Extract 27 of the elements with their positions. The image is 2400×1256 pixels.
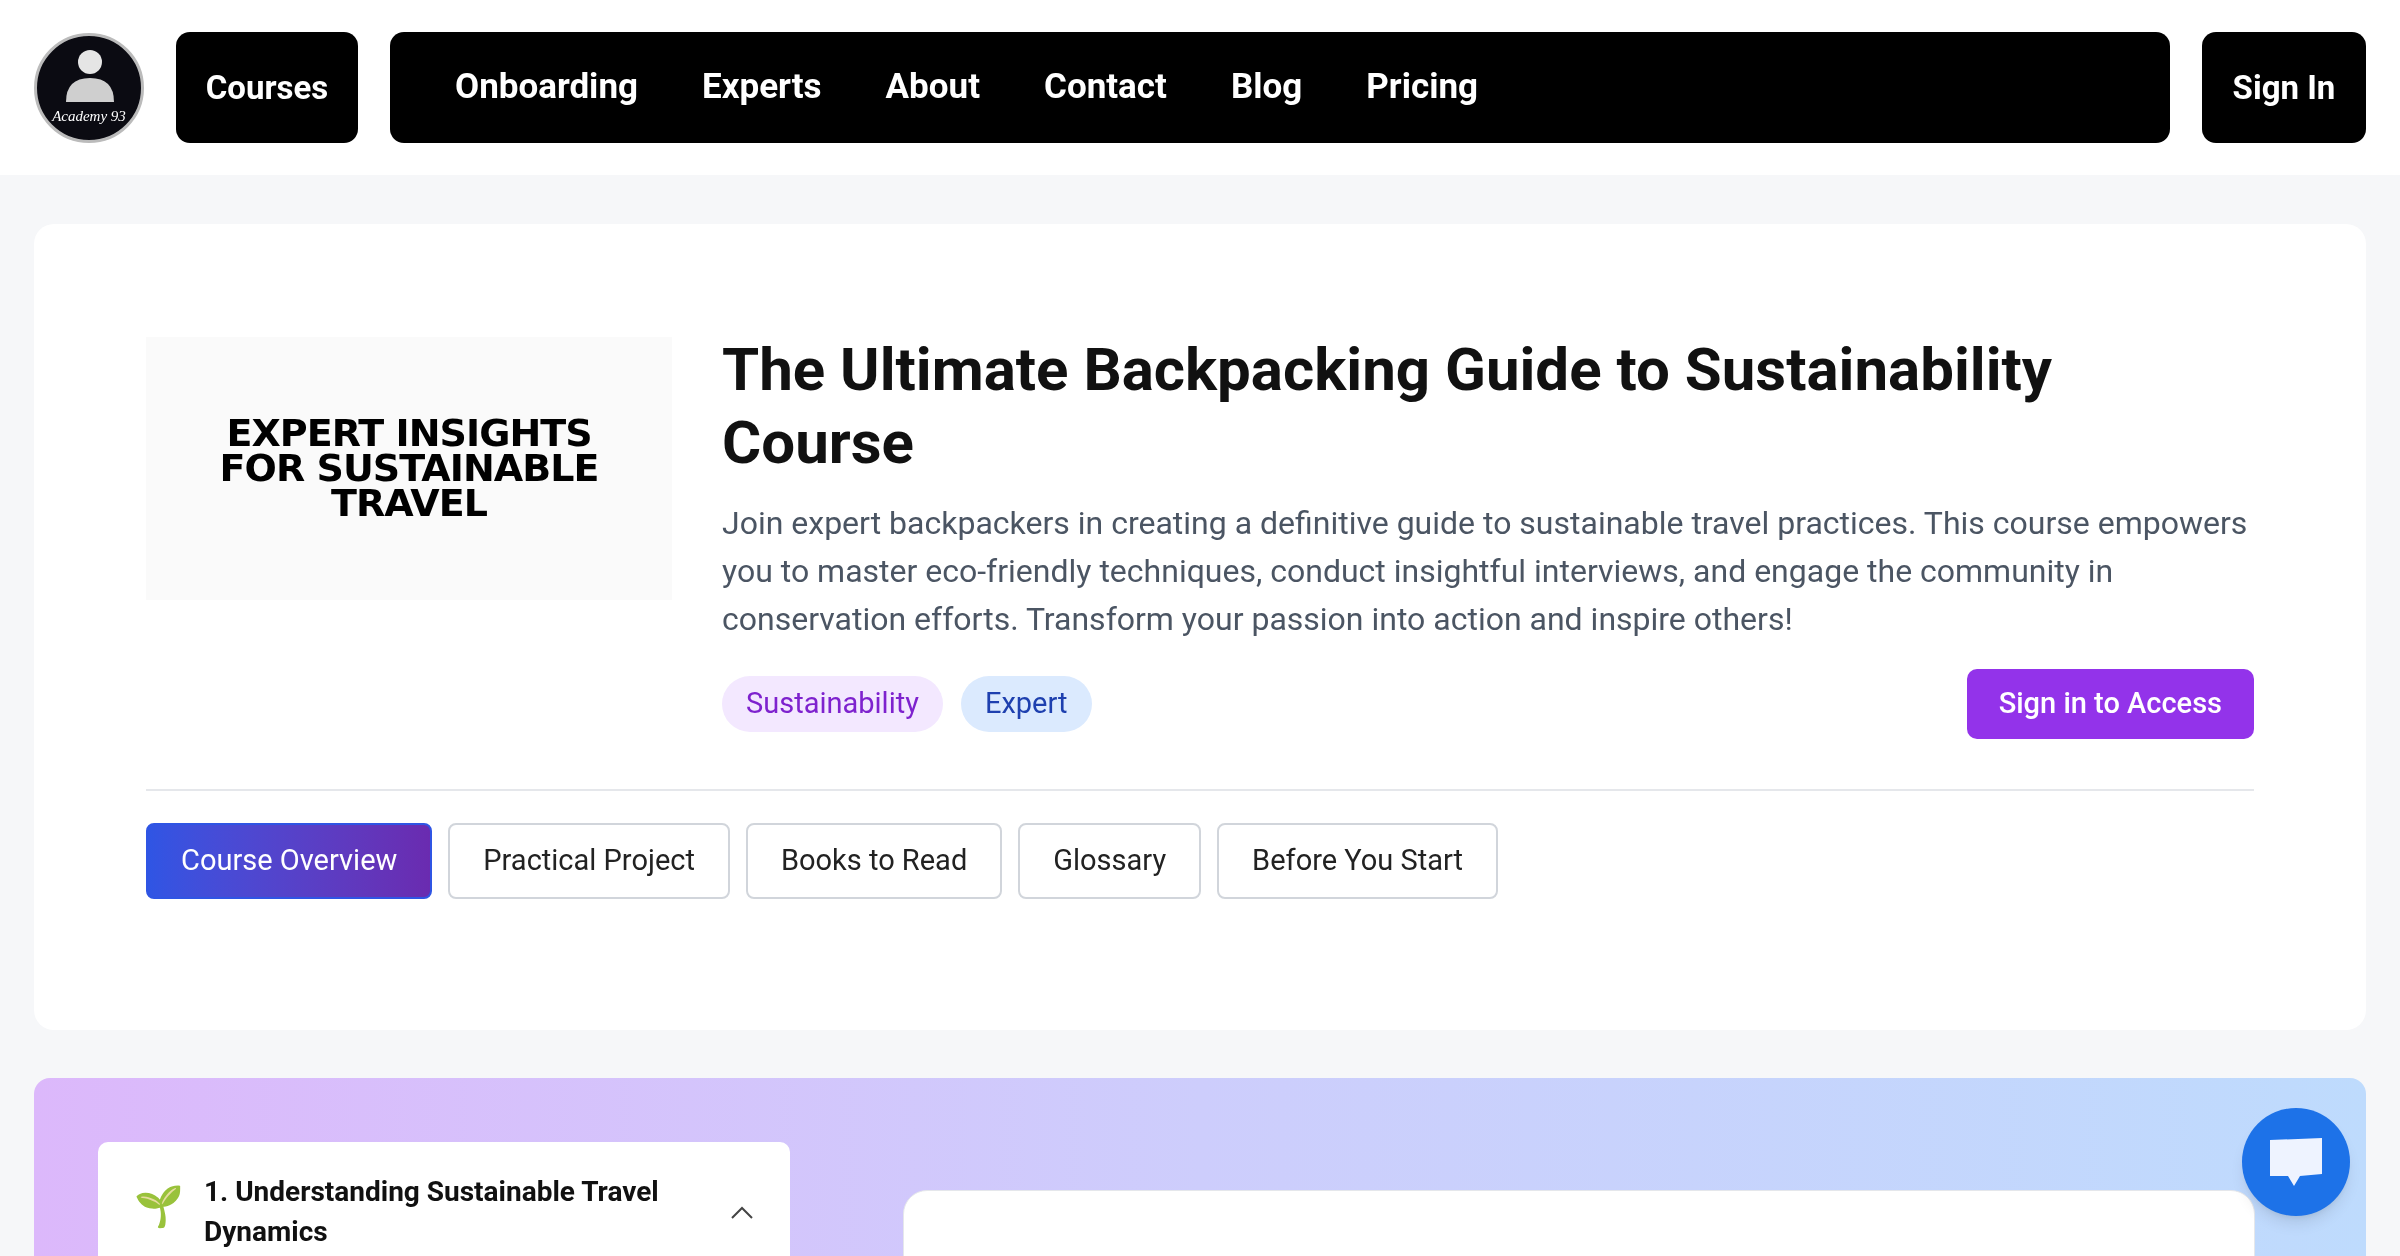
nav-link[interactable]: About — [885, 61, 980, 114]
course-description: Join expert backpackers in creating a definitive guide to sustainable travel practices. This course empowers you to master eco-friendly techniques, conduct insightful interviews, and engage the community in conservation efforts. Transform your passion into action and inspire others! — [722, 503, 2249, 640]
nav-link[interactable]: Experts — [702, 61, 822, 114]
nav-link[interactable]: Blog — [1230, 61, 1303, 114]
nav-link[interactable]: Pricing — [1366, 61, 1479, 114]
tag: Expert — [960, 676, 1092, 732]
sign-in-to-access-button[interactable]: Sign in to Access — [1966, 669, 2254, 739]
module-title: 1. Understanding Sustainable Travel Dynamics — [204, 1174, 660, 1250]
logo-text: Academy 93 — [52, 108, 126, 124]
tab[interactable]: Glossary — [1018, 823, 1202, 899]
tab[interactable]: Practical Project — [448, 823, 730, 899]
tab[interactable]: Books to Read — [745, 823, 1003, 899]
cover-text: TRAVEL — [331, 486, 487, 521]
tag: Sustainability — [722, 676, 943, 732]
cover-text: EXPERT INSIGHTS — [226, 416, 592, 451]
nav-link[interactable]: Onboarding — [455, 61, 638, 114]
tab[interactable]: Before You Start — [1217, 823, 1499, 899]
logo[interactable]: Academy 93 — [34, 32, 144, 143]
courses-button[interactable]: Courses — [176, 32, 358, 143]
chevron-up-icon[interactable] — [730, 1206, 754, 1220]
module-header[interactable]: 🌱 1. Understanding Sustainable Travel Dynamics — [98, 1142, 790, 1256]
cover-text: FOR SUSTAINABLE — [219, 451, 599, 486]
sign-in-button[interactable]: Sign In — [2202, 32, 2366, 143]
nav-link[interactable]: Contact — [1044, 61, 1167, 114]
module-icon: 🌱 — [134, 1182, 184, 1232]
course-title: The Ultimate Backpacking Guide to Sustainability Course — [722, 333, 2054, 479]
tab[interactable]: Course Overview — [146, 823, 433, 899]
